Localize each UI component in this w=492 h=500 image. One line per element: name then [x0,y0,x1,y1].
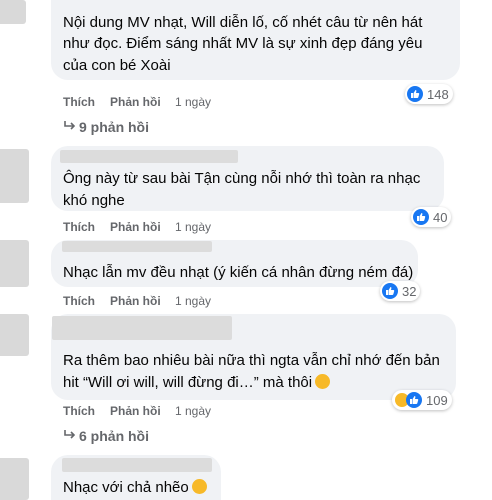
author-name-redacted [52,316,232,340]
comment-text-line: Nhạc lẫn mv đều nhạt (ý kiến cá nhân đừn… [63,264,414,281]
avatar[interactable] [0,149,29,203]
comment-text-segment: Nhạc với chả nhẽo [63,479,189,496]
avatar[interactable] [0,314,29,356]
thumbs-up-icon [406,392,422,408]
comment-timestamp[interactable]: 1 ngày [175,294,211,308]
comment-timestamp[interactable]: 1 ngày [175,220,211,234]
author-name-redacted [62,458,212,472]
comment-text-line: của con bé Xoài [63,57,171,74]
author-name-redacted [60,150,238,163]
author-name-redacted [62,241,212,252]
comment-text-line: Ông này từ sau bài Tận cùng nỗi nhớ thì … [63,170,421,187]
reply-button[interactable]: Phản hồi [110,95,161,109]
reaction-badge[interactable]: 32 [380,281,421,301]
reaction-badge[interactable]: 148 [405,84,453,104]
rofl-emoji-icon [315,374,331,389]
thumbs-up-icon [382,283,398,299]
comment-text-line: Nhạc với chả nhẽo [63,477,207,499]
view-replies-label: 9 phản hồi [79,119,149,135]
reply-arrow-icon [63,119,79,135]
thumbs-up-icon [413,209,429,225]
like-button[interactable]: Thích [63,220,95,234]
like-button[interactable]: Thích [63,95,95,109]
reaction-badge[interactable]: 40 [411,207,452,227]
comment-timestamp[interactable]: 1 ngày [175,95,211,109]
comment-text-line: Nội dung MV nhạt, Will diễn lố, cố nhét … [63,14,423,31]
reaction-count: 148 [427,86,449,102]
like-button[interactable]: Thích [63,294,95,308]
reaction-count: 40 [433,209,448,225]
reply-button[interactable]: Phản hồi [110,404,161,418]
reply-button[interactable]: Phản hồi [110,294,161,308]
comment-text-line: hit “Will ơi will, will đừng đi…” mà thô… [63,372,331,394]
reaction-badge[interactable]: 109 [392,390,452,410]
comment-text-line: khó nghe [63,192,125,209]
comment-timestamp[interactable]: 1 ngày [175,404,211,418]
comment-text-segment: hit “Will ơi will, will đừng đi…” mà thô… [63,374,313,391]
comment-text-line: Ra thêm bao nhiêu bài nữa thì ngta vẫn c… [63,352,440,369]
reply-arrow-icon [63,428,79,444]
reaction-count: 32 [402,283,417,299]
thumbs-up-icon [407,86,423,102]
view-replies-button[interactable]: 6 phản hồi [63,428,149,444]
avatar[interactable] [0,0,26,24]
like-button[interactable]: Thích [63,404,95,418]
avatar[interactable] [0,458,29,500]
reaction-count: 109 [426,392,448,408]
reply-button[interactable]: Phản hồi [110,220,161,234]
avatar[interactable] [0,240,29,287]
view-replies-button[interactable]: 9 phản hồi [63,119,149,135]
disappointed-emoji-icon [191,479,207,494]
comment-text-line: như đọc. Điểm sáng nhất MV là sự xinh đẹ… [63,35,423,52]
view-replies-label: 6 phản hồi [79,428,149,444]
